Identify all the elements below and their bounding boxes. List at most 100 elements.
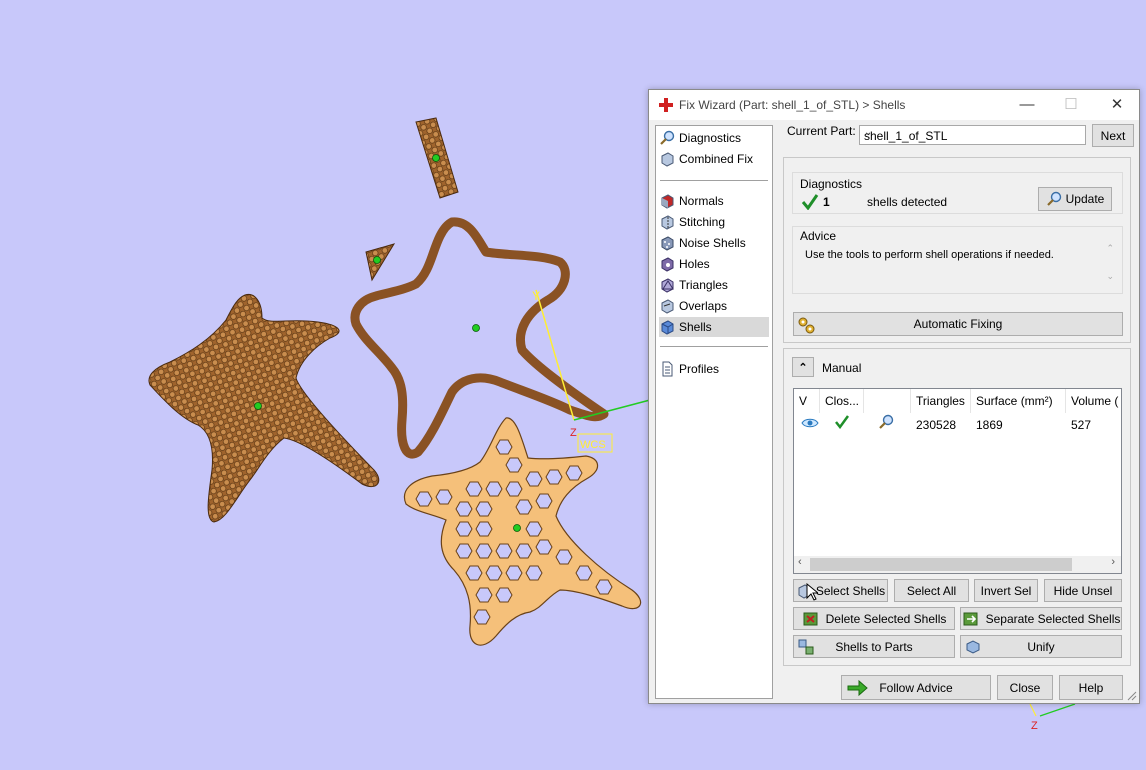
automatic-fixing-label: Automatic Fixing — [913, 317, 1003, 331]
unify-label: Unify — [1027, 639, 1055, 654]
nav-item-profiles[interactable]: Profiles — [659, 359, 769, 379]
separate-selected-label: Separate Selected Shells — [985, 611, 1121, 626]
center-point — [472, 324, 480, 332]
advice-title: Advice — [800, 229, 837, 243]
nav-label: Triangles — [679, 278, 728, 292]
nav-label: Stitching — [679, 215, 726, 229]
maximize-button[interactable]: ☐ — [1054, 94, 1088, 116]
nav-item-overlaps[interactable]: Overlaps — [659, 296, 769, 316]
next-button[interactable]: Next — [1092, 124, 1134, 147]
eye-icon[interactable] — [801, 417, 819, 429]
fix-wizard-dialog: Fix Wizard (Part: shell_1_of_STL) > Shel… — [648, 89, 1140, 704]
cell-surface: 1869 — [976, 418, 1003, 432]
automatic-fixing-button[interactable]: Automatic Fixing — [793, 312, 1123, 336]
unify-icon — [966, 640, 980, 654]
select-all-button[interactable]: Select All — [894, 579, 969, 602]
corner-axis-line — [1039, 703, 1076, 717]
table-row[interactable]: 230528 1869 527 — [794, 389, 1121, 439]
nav-item-holes[interactable]: Holes — [659, 254, 769, 274]
shells-to-parts-button[interactable]: Shells to Parts — [793, 635, 955, 658]
help-button[interactable]: Help — [1059, 675, 1123, 700]
corner-axis-line — [1029, 703, 1037, 717]
resize-grip-icon[interactable] — [1127, 691, 1137, 701]
scrollbar-thumb[interactable] — [810, 558, 1072, 571]
scroll-down-icon[interactable]: ⌄ — [1106, 271, 1114, 282]
center-point — [432, 154, 440, 162]
delete-selected-shells-button[interactable]: Delete Selected Shells — [793, 607, 955, 630]
window-title: Fix Wizard (Part: shell_1_of_STL) > Shel… — [679, 98, 906, 112]
magnifier-icon[interactable] — [878, 414, 894, 430]
corner-axis-z: Z — [1031, 720, 1038, 732]
delete-selected-label: Delete Selected Shells — [825, 611, 947, 626]
axis-y-label: Y — [532, 289, 540, 303]
select-shells-label: Select Shells — [815, 583, 886, 598]
separate-shells-icon — [963, 612, 978, 625]
overlaps-icon — [661, 299, 674, 314]
document-icon — [662, 361, 673, 377]
cell-volume: 527 — [1071, 418, 1092, 432]
nav-label: Diagnostics — [679, 131, 742, 145]
nav-label: Normals — [679, 194, 724, 208]
nav-item-diagnostics[interactable]: Diagnostics — [659, 128, 769, 148]
mouse-cursor-icon — [806, 583, 818, 601]
follow-advice-button[interactable]: Follow Advice — [841, 675, 991, 700]
delete-shells-icon — [803, 612, 818, 625]
scroll-up-icon[interactable]: ⌃ — [1106, 243, 1114, 254]
checkmark-icon — [801, 194, 819, 210]
part-shape-middle[interactable] — [350, 217, 609, 459]
scroll-left-icon[interactable]: ‹ — [798, 556, 802, 568]
collapse-button[interactable]: ⌃ — [792, 357, 814, 377]
cell-triangles: 230528 — [916, 418, 957, 432]
minimize-button[interactable]: — — [1010, 94, 1044, 116]
holes-icon — [661, 257, 674, 272]
horizontal-scrollbar[interactable]: ‹ › — [794, 556, 1121, 573]
separate-selected-shells-button[interactable]: Separate Selected Shells — [960, 607, 1122, 630]
triangles-icon — [661, 278, 674, 293]
update-button[interactable]: Update — [1038, 187, 1112, 211]
nav-item-combined-fix[interactable]: Combined Fix — [659, 149, 769, 169]
nav-item-shells[interactable]: Shells — [659, 317, 769, 337]
automatic-group: Diagnostics 1 shells detected Update Adv… — [783, 157, 1131, 343]
stitching-icon — [661, 215, 674, 230]
center-point — [373, 256, 381, 264]
center-point — [513, 524, 521, 532]
diagnostics-count: 1 — [823, 195, 830, 209]
diagnostics-text: shells detected — [867, 195, 948, 209]
wcs-label: WCS — [580, 439, 606, 451]
center-point — [254, 402, 262, 410]
nav-label: Profiles — [679, 362, 720, 376]
nav-item-noise-shells[interactable]: Noise Shells — [659, 233, 769, 253]
invert-sel-button[interactable]: Invert Sel — [974, 579, 1038, 602]
magnifier-icon — [1046, 191, 1061, 206]
nav-label: Overlaps — [679, 299, 728, 313]
nav-item-normals[interactable]: Normals — [659, 191, 769, 211]
shells-to-parts-icon — [798, 639, 814, 655]
diagnostics-box: Diagnostics 1 shells detected Update — [792, 172, 1123, 214]
follow-advice-label: Follow Advice — [879, 680, 953, 695]
chevron-down-icon: ⌄ — [864, 127, 873, 138]
advice-text: Use the tools to perform shell operation… — [805, 249, 1054, 261]
unify-button[interactable]: Unify — [960, 635, 1122, 658]
scroll-right-icon[interactable]: › — [1111, 556, 1115, 568]
title-bar[interactable]: Fix Wizard (Part: shell_1_of_STL) > Shel… — [649, 90, 1139, 120]
advice-box: Advice Use the tools to perform shell op… — [792, 226, 1123, 294]
close-button[interactable]: Close — [997, 675, 1053, 700]
magnifier-icon — [660, 130, 675, 145]
part-shape-left[interactable] — [148, 293, 380, 523]
manual-title: Manual — [822, 361, 862, 375]
update-label: Update — [1065, 192, 1105, 206]
nav-item-triangles[interactable]: Triangles — [659, 275, 769, 295]
nav-label: Shells — [679, 320, 712, 334]
nav-item-stitching[interactable]: Stitching — [659, 212, 769, 232]
arrow-right-icon — [847, 679, 868, 697]
nav-label: Holes — [679, 257, 710, 271]
shells-icon — [661, 320, 674, 335]
hide-unsel-button[interactable]: Hide Unsel — [1044, 579, 1122, 602]
close-window-button[interactable]: ✕ — [1100, 94, 1134, 116]
cube-icon — [661, 152, 674, 167]
checkmark-icon — [835, 415, 850, 429]
shells-table[interactable]: V Clos... Triangles Surface (mm²) Volume… — [793, 388, 1122, 574]
noise-shells-icon — [661, 236, 674, 251]
current-part-select[interactable]: shell_1_of_STL ⌄ — [859, 125, 1086, 145]
gears-icon — [798, 317, 815, 334]
